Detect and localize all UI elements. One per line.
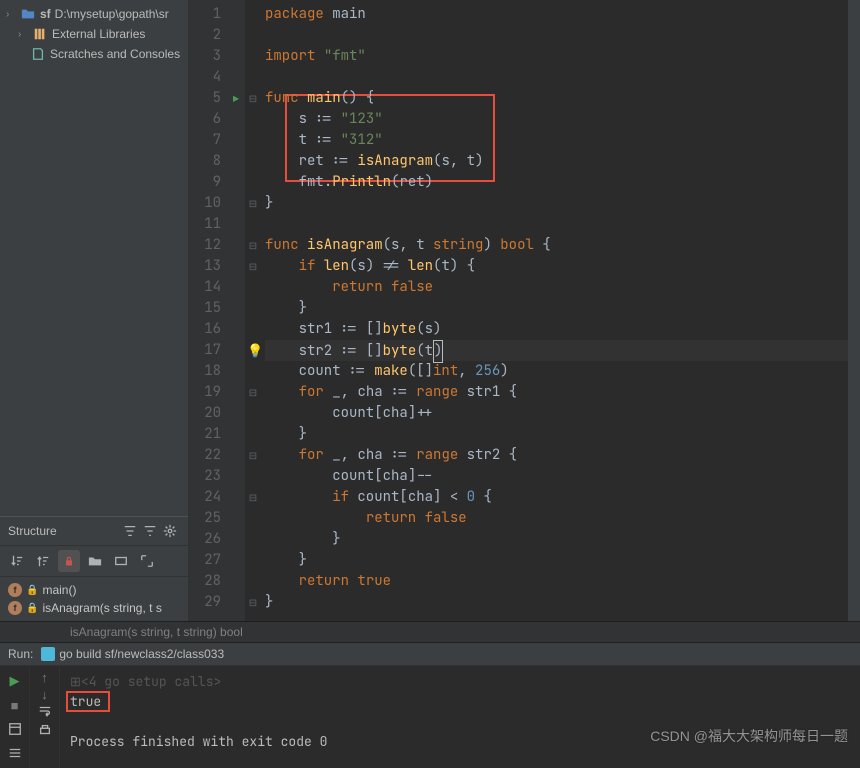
breadcrumb-bar: isAnagram(s string, t string) bool xyxy=(0,621,860,642)
chevron-right-icon: › xyxy=(6,9,18,20)
lock-icon: 🔒 xyxy=(26,585,38,596)
scratch-icon xyxy=(30,46,46,62)
filter-icon[interactable] xyxy=(120,521,140,541)
run-label: Run: xyxy=(8,647,33,661)
down-icon[interactable]: ↓ xyxy=(41,687,48,702)
filter2-icon[interactable] xyxy=(140,521,160,541)
go-icon xyxy=(41,647,55,661)
function-icon: f xyxy=(8,601,22,615)
code-area[interactable]: package mainimport "fmt"func main() { s … xyxy=(261,0,860,621)
align-icon[interactable] xyxy=(4,742,26,764)
structure-header: Structure xyxy=(0,516,188,546)
scratches-label: Scratches and Consoles xyxy=(50,47,180,61)
function-icon: f xyxy=(8,583,22,597)
structure-item-isanagram[interactable]: f 🔒 isAnagram(s string, t s xyxy=(0,599,188,617)
box-icon[interactable] xyxy=(110,550,132,572)
chevron-right-icon: › xyxy=(18,29,30,40)
rerun-icon[interactable]: ▶ xyxy=(4,670,26,692)
run-toolbar-1: ▶ ■ xyxy=(0,666,30,768)
expand-icon[interactable] xyxy=(136,550,158,572)
structure-item-main[interactable]: f 🔒 main() xyxy=(0,581,188,599)
layout-icon[interactable] xyxy=(4,718,26,740)
run-config-text: go build sf/newclass2/class033 xyxy=(59,647,224,661)
run-toolbar-2: ↑ ↓ xyxy=(30,666,60,768)
print-icon[interactable] xyxy=(38,723,52,740)
structure-item-label: main() xyxy=(42,583,76,597)
tree-external-libs[interactable]: › External Libraries xyxy=(0,24,188,44)
wrap-icon[interactable] xyxy=(38,704,52,721)
sort1-icon[interactable] xyxy=(6,550,28,572)
stop-icon[interactable]: ■ xyxy=(4,694,26,716)
run-output[interactable]: ⊞<4 go setup calls> true Process finishe… xyxy=(60,666,860,768)
tree-root[interactable]: › sf D:\mysetup\gopath\sr xyxy=(0,4,188,24)
scrollbar[interactable] xyxy=(848,0,860,621)
folder-sort-icon[interactable] xyxy=(84,550,106,572)
gear-icon[interactable] xyxy=(160,521,180,541)
tree-scratches[interactable]: Scratches and Consoles xyxy=(0,44,188,64)
up-icon[interactable]: ↑ xyxy=(41,670,48,685)
project-sidebar: › sf D:\mysetup\gopath\sr › External Lib… xyxy=(0,0,189,621)
lock-sort-icon[interactable] xyxy=(58,550,80,572)
lock-icon: 🔒 xyxy=(26,603,38,614)
run-config[interactable]: go build sf/newclass2/class033 xyxy=(41,647,224,661)
structure-list: f 🔒 main() f 🔒 isAnagram(s string, t s xyxy=(0,577,188,621)
root-name: sf xyxy=(40,7,51,21)
library-icon xyxy=(32,26,48,42)
external-libs-label: External Libraries xyxy=(52,27,145,41)
output-true: true xyxy=(70,692,850,712)
code-editor[interactable]: 12345▶6789101112131415161718192021222324… xyxy=(189,0,860,621)
structure-title: Structure xyxy=(8,524,120,538)
highlight-box-output xyxy=(66,691,110,712)
breadcrumb-text: isAnagram(s string, t string) bool xyxy=(10,625,243,639)
fold-column[interactable]: ⊟⊟⊟⊟⊟⊟⊟⊟ xyxy=(245,0,261,621)
structure-toolbar xyxy=(0,546,188,577)
project-tree[interactable]: › sf D:\mysetup\gopath\sr › External Lib… xyxy=(0,0,188,516)
gutter[interactable]: 12345▶6789101112131415161718192021222324… xyxy=(189,0,245,621)
structure-item-label: isAnagram(s string, t s xyxy=(42,601,161,615)
folder-icon xyxy=(20,6,36,22)
watermark: CSDN @福大大架构师每日一题 xyxy=(650,726,848,746)
sort2-icon[interactable] xyxy=(32,550,54,572)
output-setup: ⊞<4 go setup calls> xyxy=(70,672,850,692)
run-header: Run: go build sf/newclass2/class033 xyxy=(0,643,860,666)
root-path: D:\mysetup\gopath\sr xyxy=(55,7,169,21)
